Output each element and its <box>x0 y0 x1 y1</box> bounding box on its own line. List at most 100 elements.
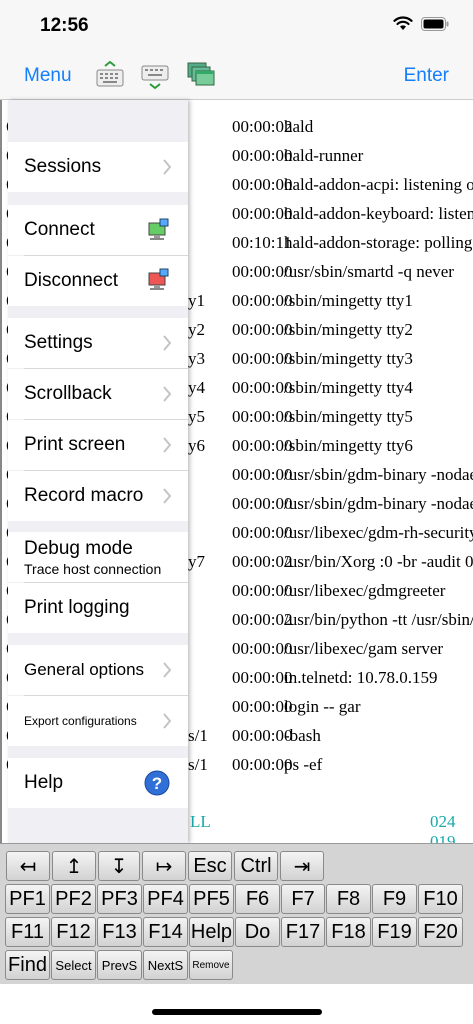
terminal-line-tty: y2 <box>188 320 205 339</box>
terminal-line-tty: y7 <box>188 552 205 571</box>
key-arrow-1[interactable]: ↥ <box>52 851 96 881</box>
menu-item-sessions[interactable]: Sessions <box>8 142 188 192</box>
key-nexts[interactable]: NextS <box>143 950 188 980</box>
svg-text:?: ? <box>152 774 162 793</box>
key-f10[interactable]: F10 <box>418 884 463 914</box>
terminal-line-cmd: hald-addon-storage: polling /dev <box>284 233 473 252</box>
chevron-right-icon <box>163 488 172 504</box>
key-pf2[interactable]: PF2 <box>51 884 96 914</box>
menu-item-scrollback[interactable]: Scrollback <box>8 369 188 419</box>
terminal-status-right: 024 019 <box>430 812 456 843</box>
key-select[interactable]: Select <box>51 950 96 980</box>
menu-item-debug-mode[interactable]: Debug mode Trace host connection <box>8 532 188 582</box>
key-arrow-2[interactable]: ↧ <box>98 851 140 881</box>
key-find[interactable]: Find <box>5 950 50 980</box>
menu-label-help: Help <box>24 772 64 793</box>
status-time: 12:56 <box>40 15 89 36</box>
menu-item-general-options[interactable]: General options <box>8 645 188 695</box>
terminal-line-cmd: hald-addon-keyboard: listening o <box>284 204 473 223</box>
terminal-line-cmd: /sbin/mingetty tty6 <box>284 436 413 455</box>
terminal-line-cmd: hald-addon-acpi: listening on ac <box>284 175 473 194</box>
menu-item-print-screen[interactable]: Print screen <box>8 420 188 470</box>
menu-item-settings[interactable]: Settings <box>8 318 188 368</box>
terminal-line-cmd: /usr/sbin/gdm-binary -nodaemon <box>284 465 473 484</box>
chevron-right-icon <box>163 713 172 729</box>
key-f19[interactable]: F19 <box>372 917 417 947</box>
key-f9[interactable]: F9 <box>372 884 417 914</box>
terminal-line-cmd: /usr/libexec/gam server <box>284 639 444 658</box>
terminal-line-tty: y1 <box>188 291 205 310</box>
key-f8[interactable]: F8 <box>326 884 371 914</box>
status-bar: 12:56 <box>0 0 473 50</box>
terminal-line-tty: y6 <box>188 436 205 455</box>
menu-label-export-configurations: Export configurations <box>24 714 137 728</box>
key-f7[interactable]: F7 <box>281 884 325 914</box>
menu-label-connect: Connect <box>24 219 95 240</box>
key-pf3[interactable]: PF3 <box>97 884 142 914</box>
key-esc[interactable]: Esc <box>188 851 232 881</box>
key-f11[interactable]: F11 <box>5 917 50 947</box>
menu-label-print-screen: Print screen <box>24 434 126 455</box>
key-f17[interactable]: F17 <box>281 917 325 947</box>
terminal-line-tty: s/1 <box>188 726 208 745</box>
menu-item-disconnect[interactable]: Disconnect <box>8 256 188 306</box>
terminal-line-cmd: /usr/bin/python -tt /usr/sbin/yu <box>284 610 473 629</box>
enter-button[interactable]: Enter <box>404 65 449 87</box>
menu-label-settings: Settings <box>24 332 93 353</box>
key-f12[interactable]: F12 <box>51 917 96 947</box>
terminal-line-cmd: hald <box>284 117 314 136</box>
menu-label-sessions: Sessions <box>24 156 102 177</box>
terminal-line-cmd: /sbin/mingetty tty3 <box>284 349 413 368</box>
key-f20[interactable]: F20 <box>418 917 463 947</box>
terminal-line-tty: y3 <box>188 349 205 368</box>
help-icon: ? <box>144 770 170 796</box>
menu-label-general-options: General options <box>24 660 145 679</box>
terminal-line-cmd: /usr/sbin/smartd -q never <box>284 262 454 281</box>
menu-label-disconnect: Disconnect <box>24 270 118 291</box>
key-f13[interactable]: F13 <box>97 917 142 947</box>
keyboard-hide-icon[interactable] <box>140 60 170 95</box>
terminal-line-cmd: /usr/sbin/gdm-binary -nodaemon <box>284 494 473 513</box>
key-arrow-6[interactable]: ⇥ <box>280 851 324 881</box>
key-pf1[interactable]: PF1 <box>5 884 50 914</box>
menu-item-export-configurations[interactable]: Export configurations <box>8 696 188 746</box>
home-indicator[interactable] <box>152 1009 322 1015</box>
terminal-line-tty: y4 <box>188 378 205 397</box>
battery-icon <box>421 16 449 31</box>
function-keyboard: ↤ ↥ ↧ ↦ Esc Ctrl ⇥ PF1 PF2 PF3 PF4 PF5 F6 F7 F8 F9 F10 F1… <box>0 843 473 984</box>
menu-button[interactable]: Menu <box>24 65 72 87</box>
terminal-line-cmd: /sbin/mingetty tty2 <box>284 320 413 339</box>
terminal-line-tty: s/1 <box>188 755 208 774</box>
key-pf5[interactable]: PF5 <box>189 884 234 914</box>
key-help[interactable]: Help <box>189 917 234 947</box>
key-remove[interactable]: Remove <box>189 950 233 980</box>
status-icons <box>393 16 449 31</box>
menu-item-connect[interactable]: Connect <box>8 205 188 255</box>
wifi-icon <box>393 16 413 31</box>
key-pf4[interactable]: PF4 <box>143 884 188 914</box>
key-f14[interactable]: F14 <box>143 917 188 947</box>
terminal-line-cmd: -bash <box>284 726 321 745</box>
keyboard-show-icon[interactable] <box>95 60 125 95</box>
key-arrow-0[interactable]: ↤ <box>6 851 50 881</box>
key-f6[interactable]: F6 <box>235 884 280 914</box>
menu-item-record-macro[interactable]: Record macro <box>8 471 188 521</box>
menu-item-print-logging[interactable]: Print logging <box>8 583 188 633</box>
key-ctrl[interactable]: Ctrl <box>234 851 278 881</box>
key-prevs[interactable]: PrevS <box>97 950 142 980</box>
connect-icon <box>148 218 169 240</box>
bottom-area <box>0 984 473 1024</box>
chevron-right-icon <box>163 386 172 402</box>
key-arrow-3[interactable]: ↦ <box>142 851 186 881</box>
menu-label-debug-mode: Debug mode <box>24 538 133 559</box>
terminal-line-cmd: hald-runner <box>284 146 364 165</box>
terminal-line-cmd: /usr/libexec/gdmgreeter <box>284 581 446 600</box>
terminal-line-cmd: /sbin/mingetty tty4 <box>284 378 413 397</box>
sessions-windows-icon[interactable] <box>186 60 216 95</box>
menu-item-help[interactable]: Help ? <box>8 758 188 808</box>
toolbar: Menu Enter <box>0 50 473 100</box>
key-f18[interactable]: F18 <box>326 917 371 947</box>
terminal-line-cmd: /sbin/mingetty tty1 <box>284 291 413 310</box>
key-do[interactable]: Do <box>235 917 280 947</box>
chevron-right-icon <box>163 437 172 453</box>
